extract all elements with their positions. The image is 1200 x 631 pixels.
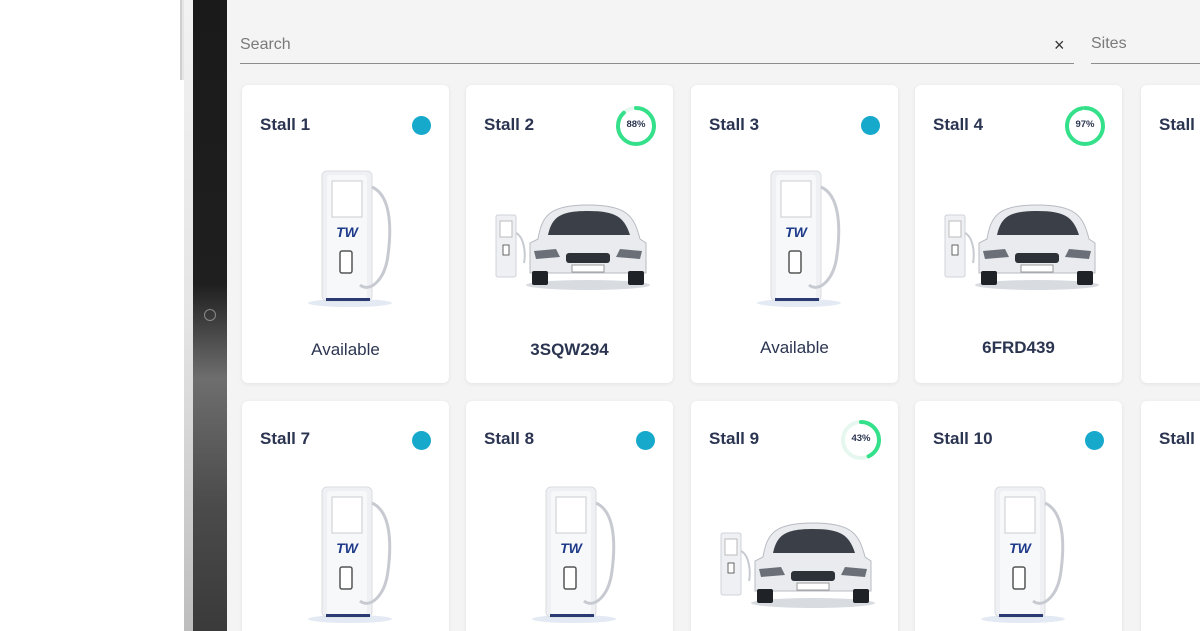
stall-card[interactable]: Stall 9 43%: [691, 401, 898, 631]
charger-icon: TW: [532, 486, 616, 623]
available-status-icon: [412, 431, 431, 450]
charge-progress-ring: 88%: [615, 105, 657, 147]
available-status-icon: [636, 431, 655, 450]
stall-title: Stall: [1159, 115, 1195, 134]
svg-text:TW: TW: [336, 540, 360, 556]
stage: × Sites Stall 1 TW Available Stall 2 88%…: [0, 0, 1200, 631]
stall-title: Stall 2: [484, 115, 535, 134]
stall-status-label: Available: [311, 340, 380, 359]
stall-title: Stall 8: [484, 429, 535, 448]
charger-icon: TW: [308, 486, 392, 623]
stall-card[interactable]: Stall 10 TW: [915, 401, 1122, 631]
stall-status-label: Available: [760, 338, 829, 357]
charge-progress-ring: 97%: [1064, 105, 1106, 147]
stall-card[interactable]: Stall 7 TW: [242, 401, 449, 631]
car-charging-icon: [495, 204, 650, 290]
stall-title: Stall 1: [260, 115, 311, 134]
charge-percent-text: 43%: [851, 433, 871, 444]
charge-percent-text: 88%: [626, 119, 646, 130]
available-status-icon: [1085, 431, 1104, 450]
charge-progress-ring: 43%: [840, 419, 882, 461]
stall-title: Stall 4: [933, 115, 984, 134]
stall-card[interactable]: Stall 8 TW: [466, 401, 673, 631]
sites-label: Sites: [1091, 35, 1127, 52]
stall-card-partial[interactable]: Stall: [1141, 401, 1200, 631]
search-bar: ×: [240, 26, 1074, 64]
stall-title: Stall: [1159, 429, 1195, 448]
stall-card[interactable]: Stall 3 TW Available: [691, 85, 898, 383]
stall-card[interactable]: Stall 4 97% 6FRD439: [915, 85, 1122, 383]
available-status-icon: [412, 116, 431, 135]
svg-text:TW: TW: [336, 224, 360, 240]
car-charging-icon: [720, 522, 875, 608]
search-input[interactable]: [240, 34, 1020, 56]
license-plate: 6FRD439: [982, 338, 1055, 357]
charger-icon: TW: [981, 486, 1065, 623]
stall-title: Stall 3: [709, 115, 760, 134]
svg-text:TW: TW: [560, 540, 584, 556]
stall-title: Stall 9: [709, 429, 760, 448]
app-screen: × Sites Stall 1 TW Available Stall 2 88%…: [227, 0, 1200, 631]
stall-title: Stall 10: [933, 429, 993, 448]
stall-card-partial[interactable]: Stall: [1141, 85, 1200, 383]
available-status-icon: [861, 116, 880, 135]
charger-icon: TW: [757, 170, 841, 307]
car-charging-icon: [944, 204, 1099, 290]
license-plate: 3SQW294: [530, 340, 609, 359]
charger-icon: TW: [308, 170, 392, 307]
camera-dot: [204, 309, 216, 321]
stall-card[interactable]: Stall 1 TW Available: [242, 85, 449, 383]
stall-title: Stall 7: [260, 429, 311, 448]
svg-text:TW: TW: [785, 224, 809, 240]
svg-text:TW: TW: [1009, 540, 1033, 556]
sites-select[interactable]: Sites: [1091, 26, 1200, 64]
charge-percent-text: 97%: [1075, 119, 1095, 130]
close-icon[interactable]: ×: [1054, 34, 1065, 56]
stall-card[interactable]: Stall 2 88% 3SQW294: [466, 85, 673, 383]
